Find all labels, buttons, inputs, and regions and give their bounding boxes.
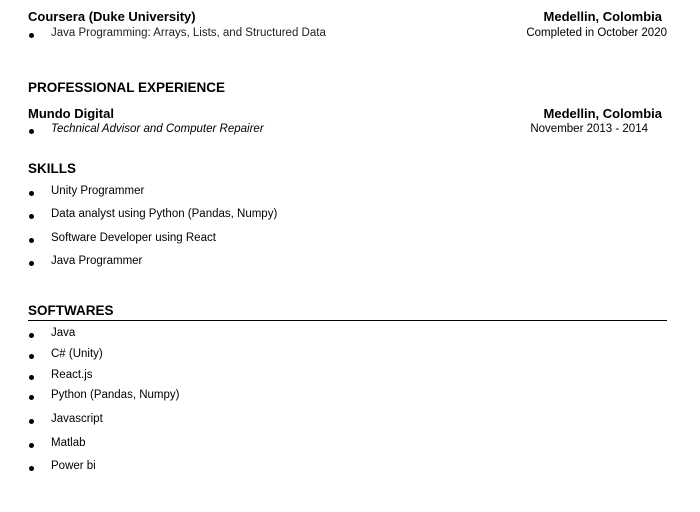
bullet-icon [29,214,34,219]
software-item: Java [51,327,76,339]
education-org: Coursera (Duke University) [28,9,196,24]
bullet-icon [29,375,34,380]
experience-location: Medellin, Colombia [543,106,662,121]
bullet-icon [29,395,34,400]
experience-heading: PROFESSIONAL EXPERIENCE [28,80,226,95]
bullet-icon [29,333,34,338]
bullet-icon [29,261,34,266]
education-location: Medellin, Colombia [543,9,662,24]
software-item: Javascript [51,413,103,425]
software-item: C# (Unity) [51,348,103,360]
skills-item: Data analyst using Python (Pandas, Numpy… [51,208,278,220]
skills-item: Java Programmer [51,255,143,267]
education-date: Completed in October 2020 [526,27,667,39]
education-course: Java Programming: Arrays, Lists, and Str… [51,27,326,39]
bullet-icon [29,443,34,448]
bullet-icon [29,129,34,134]
software-item: Matlab [51,437,86,449]
bullet-icon [29,419,34,424]
skills-item: Unity Programmer [51,185,145,197]
software-item: Power bi [51,460,96,472]
skills-item: Software Developer using React [51,232,216,244]
experience-role: Technical Advisor and Computer Repairer [51,123,264,135]
bullet-icon [29,354,34,359]
experience-org: Mundo Digital [28,106,114,121]
software-item: React.js [51,369,93,381]
bullet-icon [29,191,34,196]
skills-heading: SKILLS [28,161,77,176]
experience-dates: November 2013 - 2014 [530,123,648,135]
bullet-icon [29,466,34,471]
softwares-heading: SOFTWARES [28,303,114,318]
bullet-icon [29,238,34,243]
software-item: Python (Pandas, Numpy) [51,389,180,401]
bullet-icon [29,33,34,38]
section-divider [28,320,667,321]
